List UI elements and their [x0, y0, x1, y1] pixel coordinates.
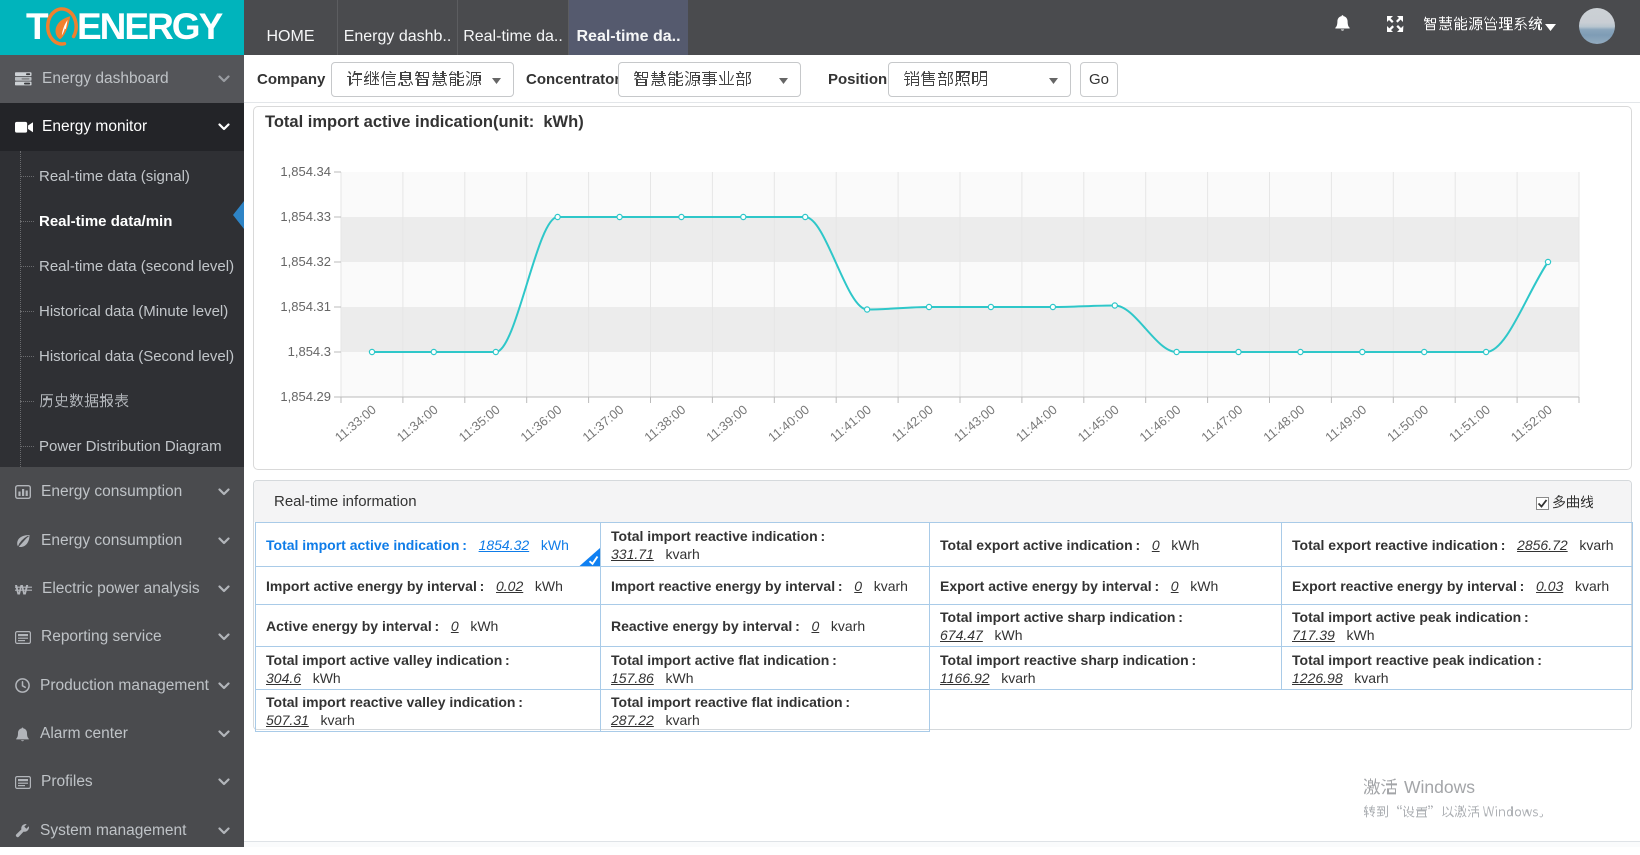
svg-text:11:37:00: 11:37:00	[579, 402, 626, 445]
svg-text:W: W	[15, 583, 29, 596]
svg-text:11:49:00: 11:49:00	[1322, 402, 1369, 445]
svg-text:11:33:00: 11:33:00	[332, 402, 379, 445]
svg-text:11:50:00: 11:50:00	[1384, 402, 1431, 445]
svg-text:11:44:00: 11:44:00	[1013, 402, 1060, 445]
svg-text:1,854.3: 1,854.3	[288, 344, 331, 359]
svg-text:1,854.29: 1,854.29	[280, 389, 331, 404]
svg-text:11:52:00: 11:52:00	[1508, 402, 1555, 445]
svg-text:1,854.31: 1,854.31	[280, 299, 331, 314]
svg-text:1,854.32: 1,854.32	[280, 254, 331, 269]
svg-text:1,854.33: 1,854.33	[280, 209, 331, 224]
svg-text:1,854.34: 1,854.34	[280, 164, 331, 179]
svg-text:11:40:00: 11:40:00	[765, 402, 812, 445]
svg-text:11:48:00: 11:48:00	[1260, 402, 1307, 445]
svg-text:11:45:00: 11:45:00	[1075, 402, 1122, 445]
svg-text:11:43:00: 11:43:00	[951, 402, 998, 445]
svg-text:11:46:00: 11:46:00	[1136, 402, 1183, 445]
svg-text:11:36:00: 11:36:00	[517, 402, 564, 445]
svg-text:11:35:00: 11:35:00	[456, 402, 503, 445]
svg-text:11:38:00: 11:38:00	[641, 402, 688, 445]
svg-text:11:42:00: 11:42:00	[889, 402, 936, 445]
svg-text:11:41:00: 11:41:00	[827, 402, 874, 445]
svg-text:11:51:00: 11:51:00	[1446, 402, 1493, 445]
svg-text:11:47:00: 11:47:00	[1198, 402, 1245, 445]
svg-text:11:34:00: 11:34:00	[394, 402, 441, 445]
svg-text:11:39:00: 11:39:00	[703, 402, 750, 445]
